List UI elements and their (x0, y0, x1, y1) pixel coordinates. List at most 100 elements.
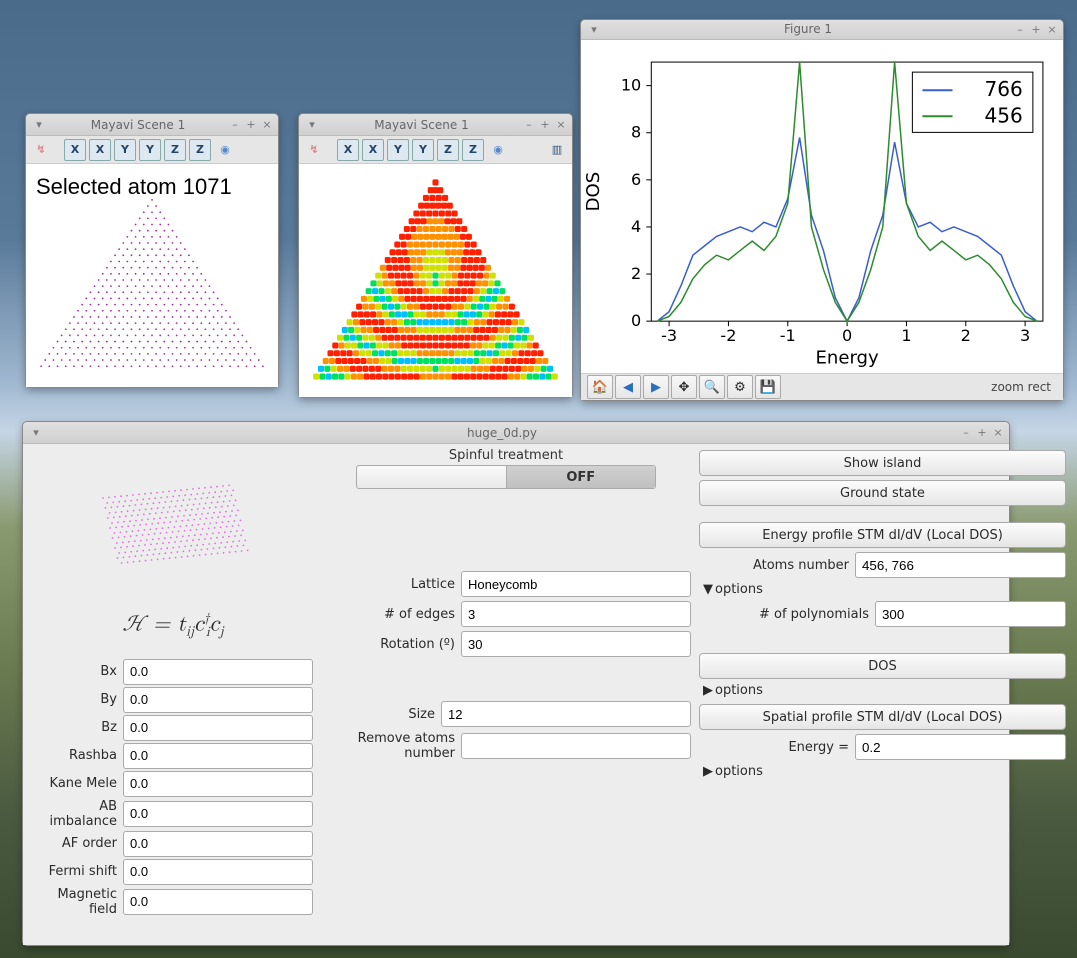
options-disclosure-2[interactable]: ▶ options (699, 681, 1066, 700)
maximize-icon[interactable]: + (244, 118, 258, 132)
svg-text:8: 8 (631, 123, 641, 142)
perspective-icon[interactable]: ↯ (303, 139, 325, 161)
isometric-icon[interactable]: ◉ (214, 139, 236, 161)
maximize-icon[interactable]: + (975, 426, 989, 440)
spinful-label: Spinful treatment (321, 448, 691, 463)
svg-text:2: 2 (961, 326, 971, 345)
svg-text:-2: -2 (720, 326, 736, 345)
svg-text:3: 3 (1020, 326, 1030, 345)
minimize-icon[interactable]: – (959, 426, 973, 440)
field-label-6: AF order (33, 836, 123, 851)
svg-text:-3: -3 (661, 326, 677, 345)
ground-state-button[interactable]: Ground state (699, 480, 1066, 506)
show-island-button[interactable]: Show island (699, 450, 1066, 476)
middle-column: Spinful treatment OFF Lattice Honeycomb … (321, 448, 691, 937)
spinful-toggle[interactable]: OFF (356, 465, 656, 489)
field-input-7[interactable] (123, 859, 313, 885)
view-x-button[interactable]: X (64, 139, 86, 161)
perspective-icon[interactable]: ↯ (30, 139, 52, 161)
close-icon[interactable]: × (991, 426, 1005, 440)
energy-input[interactable] (855, 734, 1066, 760)
dos-button[interactable]: DOS (699, 653, 1066, 679)
titlebar[interactable]: ▾ huge_0d.py – + × (23, 422, 1009, 444)
field-label-3: Rashba (33, 748, 123, 763)
config-icon[interactable]: ⚙ (727, 375, 753, 399)
hamiltonian-formula: ℋ = tijc†icj (33, 612, 313, 639)
window-main-app: ▾ huge_0d.py – + × ℋ = tijc†icj BxByBzRa… (22, 421, 1010, 946)
svg-text:766: 766 (985, 77, 1023, 101)
minimize-icon[interactable]: – (522, 118, 536, 132)
close-icon[interactable]: × (260, 118, 274, 132)
lattice-select[interactable]: Honeycomb (461, 571, 691, 597)
rotation-input[interactable] (461, 631, 691, 657)
field-input-1[interactable] (123, 687, 313, 713)
field-input-8[interactable] (123, 889, 313, 915)
field-input-6[interactable] (123, 831, 313, 857)
selected-atom-label: Selected atom 1071 (36, 174, 232, 200)
view-x-button[interactable]: X (337, 139, 359, 161)
view-y-button[interactable]: Y (114, 139, 136, 161)
window-title: Figure 1 (605, 22, 1011, 36)
maximize-icon[interactable]: + (538, 118, 552, 132)
view-y2-button[interactable]: Y (412, 139, 434, 161)
titlebar[interactable]: ▾ Mayavi Scene 1 – + × (299, 114, 572, 136)
field-input-4[interactable] (123, 771, 313, 797)
view-y2-button[interactable]: Y (139, 139, 161, 161)
extra-tool-icon[interactable]: ▥ (546, 139, 568, 161)
plot-canvas[interactable]: -3-2-101230246810EnergyDOS766456 (581, 40, 1063, 373)
pan-icon[interactable]: ✥ (671, 375, 697, 399)
field-input-2[interactable] (123, 715, 313, 741)
maximize-icon[interactable]: + (1029, 22, 1043, 36)
remove-atoms-input[interactable] (461, 733, 691, 759)
titlebar[interactable]: ▾ Figure 1 – + × (581, 20, 1063, 40)
lattice-label: Lattice (321, 577, 461, 592)
svg-text:DOS: DOS (583, 172, 604, 212)
menu-icon[interactable]: ▾ (305, 118, 319, 132)
scene-viewport[interactable] (299, 164, 572, 397)
menu-icon[interactable]: ▾ (29, 426, 43, 440)
save-icon[interactable]: 💾 (755, 375, 781, 399)
energy-label: Energy = (699, 740, 849, 755)
field-input-5[interactable] (123, 801, 313, 827)
chevron-down-icon: ▼ (703, 582, 715, 597)
view-z-button[interactable]: Z (437, 139, 459, 161)
spatial-profile-button[interactable]: Spatial profile STM dI/dV (Local DOS) (699, 704, 1066, 730)
view-y-button[interactable]: Y (387, 139, 409, 161)
size-input[interactable] (441, 701, 691, 727)
polynomials-input[interactable] (875, 601, 1066, 627)
view-x2-button[interactable]: X (89, 139, 111, 161)
options-disclosure-3[interactable]: ▶ options (699, 762, 1066, 781)
close-icon[interactable]: × (1045, 22, 1059, 36)
energy-profile-button[interactable]: Energy profile STM dI/dV (Local DOS) (699, 522, 1066, 548)
field-label-0: Bx (33, 664, 123, 679)
minimize-icon[interactable]: – (228, 118, 242, 132)
window-title: Mayavi Scene 1 (50, 118, 226, 132)
view-x2-button[interactable]: X (362, 139, 384, 161)
view-z2-button[interactable]: Z (462, 139, 484, 161)
field-input-0[interactable] (123, 659, 313, 685)
mayavi-toolbar: ↯ X X Y Y Z Z ◉ ▥ (299, 136, 572, 164)
view-z2-button[interactable]: Z (189, 139, 211, 161)
view-z-button[interactable]: Z (164, 139, 186, 161)
options-disclosure-1[interactable]: ▼ options (699, 580, 1066, 599)
minimize-icon[interactable]: – (1013, 22, 1027, 36)
atoms-number-input[interactable] (855, 552, 1066, 578)
zoom-icon[interactable]: 🔍 (699, 375, 725, 399)
edges-input[interactable] (461, 601, 691, 627)
forward-icon[interactable]: ▶ (643, 375, 669, 399)
lattice-preview (88, 478, 258, 588)
home-icon[interactable]: 🏠 (587, 375, 613, 399)
field-label-8: Magnetic field (33, 887, 123, 917)
atoms-number-label: Atoms number (699, 558, 849, 573)
plot-nav-toolbar: 🏠 ◀ ▶ ✥ 🔍 ⚙ 💾 zoom rect (581, 373, 1063, 400)
scene-viewport[interactable]: Selected atom 1071 (26, 164, 278, 387)
titlebar[interactable]: ▾ Mayavi Scene 1 – + × (26, 114, 278, 136)
field-input-3[interactable] (123, 743, 313, 769)
back-icon[interactable]: ◀ (615, 375, 641, 399)
close-icon[interactable]: × (554, 118, 568, 132)
left-column: ℋ = tijc†icj BxByBzRashbaKane MeleAB imb… (33, 448, 313, 937)
rotation-label: Rotation (º) (321, 637, 461, 652)
menu-icon[interactable]: ▾ (587, 22, 601, 36)
isometric-icon[interactable]: ◉ (487, 139, 509, 161)
menu-icon[interactable]: ▾ (32, 118, 46, 132)
